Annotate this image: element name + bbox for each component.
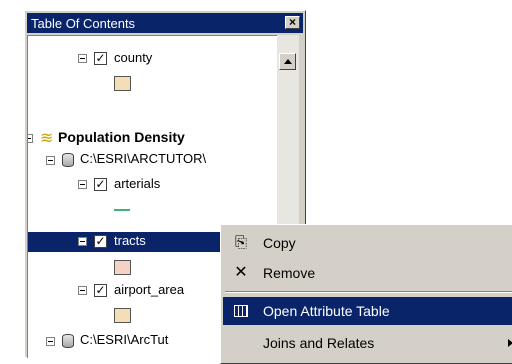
toc-title: Table Of Contents bbox=[31, 16, 136, 31]
close-button[interactable]: × bbox=[285, 16, 300, 29]
arterials-line-symbol[interactable] bbox=[114, 209, 130, 211]
database-icon bbox=[62, 153, 74, 167]
source2-path-label[interactable]: C:\ESRI\ArcTut bbox=[80, 332, 168, 347]
copy-icon: ⎘ bbox=[234, 234, 247, 251]
source2-collapse-toggle[interactable] bbox=[46, 337, 55, 346]
county-layer-label[interactable]: county bbox=[114, 50, 152, 65]
table-icon bbox=[233, 303, 249, 319]
arterials-collapse-toggle[interactable] bbox=[78, 180, 87, 189]
menu-item-copy[interactable]: ⎘ Copy bbox=[223, 229, 512, 257]
tracts-collapse-toggle[interactable] bbox=[78, 237, 87, 246]
menu-item-joins-and-relates[interactable]: Joins and Relates bbox=[223, 329, 512, 357]
layers-group-icon: ≋ bbox=[40, 130, 54, 147]
submenu-arrow-icon bbox=[508, 339, 512, 347]
airport-visibility-checkbox[interactable]: ✓ bbox=[94, 284, 107, 297]
toc-title-bar[interactable]: Table Of Contents × bbox=[27, 13, 303, 33]
group-collapse-toggle[interactable] bbox=[28, 134, 33, 143]
arterials-layer-label[interactable]: arterials bbox=[114, 176, 160, 191]
menu-item-open-attribute-table[interactable]: Open Attribute Table bbox=[223, 297, 512, 325]
menu-item-open-attribute-table-label: Open Attribute Table bbox=[263, 303, 390, 319]
county-visibility-checkbox[interactable]: ✓ bbox=[94, 52, 107, 65]
source1-path-label[interactable]: C:\ESRI\ARCTUTOR\ bbox=[80, 151, 206, 166]
tracts-layer-label[interactable]: tracts bbox=[114, 233, 146, 248]
county-collapse-toggle[interactable] bbox=[78, 54, 87, 63]
menu-item-joins-and-relates-label: Joins and Relates bbox=[263, 335, 375, 351]
arterials-visibility-checkbox[interactable]: ✓ bbox=[94, 178, 107, 191]
menu-item-copy-label: Copy bbox=[263, 235, 296, 251]
airport-area-layer-label[interactable]: airport_area bbox=[114, 282, 184, 297]
population-density-group-label[interactable]: Population Density bbox=[58, 129, 185, 145]
tracts-visibility-checkbox[interactable]: ✓ bbox=[94, 235, 107, 248]
remove-icon: ✕ bbox=[234, 264, 248, 281]
airport-area-symbol[interactable] bbox=[114, 308, 131, 323]
menu-item-remove-label: Remove bbox=[263, 265, 316, 281]
source1-collapse-toggle[interactable] bbox=[46, 156, 55, 165]
tracts-symbol[interactable] bbox=[114, 260, 131, 275]
scroll-up-arrow-icon[interactable] bbox=[279, 53, 296, 70]
airport-collapse-toggle[interactable] bbox=[78, 286, 87, 295]
close-icon: × bbox=[288, 15, 296, 29]
context-menu: ⎘ Copy ✕ Remove Open Attribute Table Joi… bbox=[220, 224, 512, 364]
menu-item-remove[interactable]: ✕ Remove bbox=[223, 259, 512, 287]
database-icon bbox=[62, 334, 74, 348]
county-symbol[interactable] bbox=[114, 76, 131, 91]
menu-separator bbox=[225, 291, 512, 293]
